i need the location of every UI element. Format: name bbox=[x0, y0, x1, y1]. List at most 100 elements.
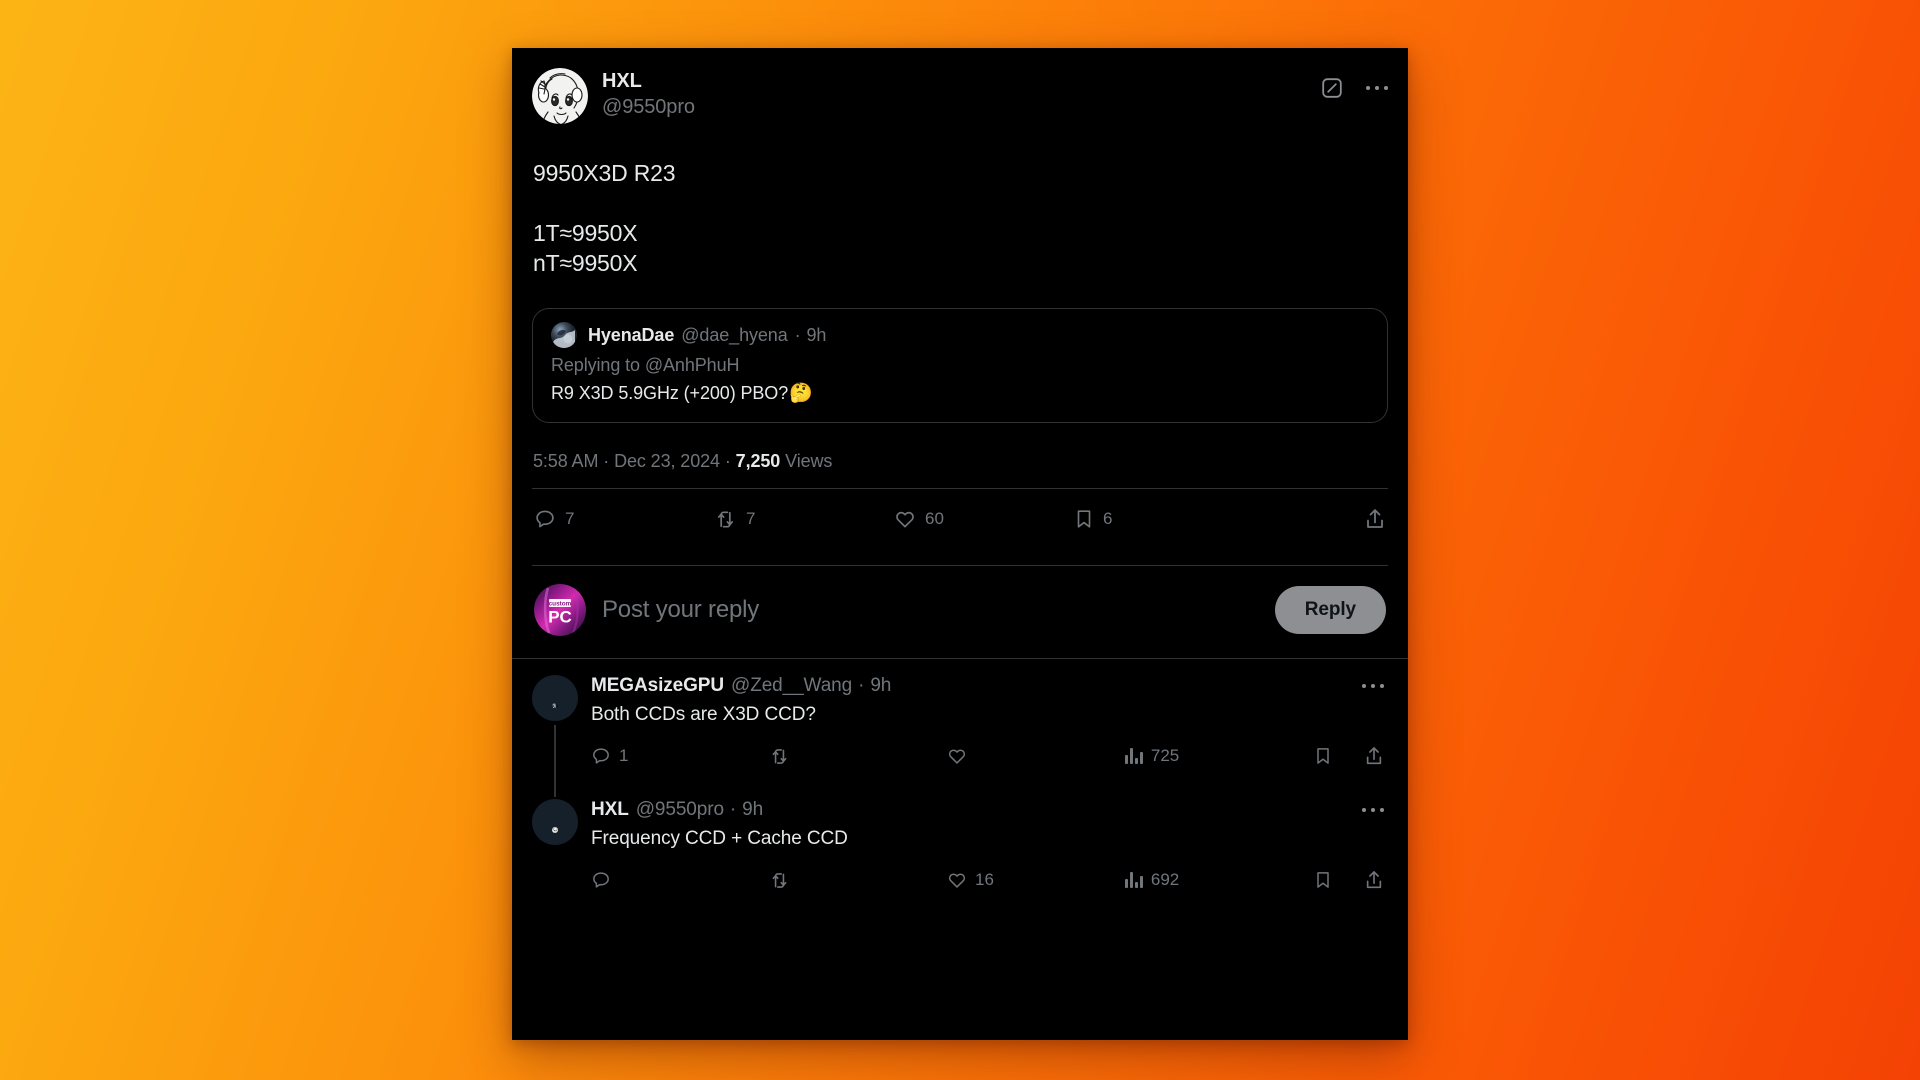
reply-action[interactable]: 1 bbox=[591, 746, 769, 766]
reply-header: HXL @9550pro · 9h bbox=[591, 799, 1388, 821]
reply-timestamp[interactable]: 9h bbox=[742, 799, 763, 821]
quoted-handle[interactable]: @dae_hyena bbox=[681, 325, 787, 346]
share-icon bbox=[1364, 869, 1384, 891]
like-action[interactable]: 16 bbox=[947, 870, 1125, 890]
share-action[interactable] bbox=[1364, 745, 1384, 767]
retweet-icon bbox=[714, 508, 737, 531]
avatar[interactable] bbox=[532, 68, 588, 124]
reply-composer: custom PC Post your reply Reply bbox=[532, 566, 1388, 658]
bookmark-count: 6 bbox=[1103, 509, 1113, 528]
reply-text: Frequency CCD + Cache CCD bbox=[591, 828, 848, 849]
quoted-separator: · bbox=[794, 324, 801, 345]
quoted-replying-to: Replying to @AnhPhuH bbox=[551, 355, 740, 375]
avatar[interactable] bbox=[551, 322, 577, 348]
meta-dot-1: · bbox=[603, 451, 610, 471]
reply-header: MEGAsizeGPU @Zed__Wang · 9h bbox=[591, 675, 1388, 697]
reply-text: Both CCDs are X3D CCD? bbox=[591, 704, 816, 725]
author-block: HXL @9550pro bbox=[602, 68, 695, 120]
more-options-icon[interactable] bbox=[1365, 85, 1388, 91]
post-date: Dec 23, 2024 bbox=[614, 451, 720, 471]
reply-action[interactable]: 7 bbox=[534, 508, 714, 530]
hxl-anime-avatar bbox=[552, 827, 558, 834]
retweet-action[interactable]: 7 bbox=[714, 508, 894, 531]
reply-separator: · bbox=[858, 675, 865, 696]
views-count: 725 bbox=[1150, 746, 1180, 765]
views-label: Views bbox=[785, 451, 833, 471]
share-icon bbox=[1364, 507, 1386, 531]
more-options-icon[interactable] bbox=[1361, 807, 1389, 813]
views-icon bbox=[1125, 872, 1143, 888]
reply-icon bbox=[591, 746, 611, 766]
views-count: 692 bbox=[1150, 870, 1180, 889]
avatar[interactable] bbox=[532, 675, 578, 721]
reply-content: MEGAsizeGPU @Zed__Wang · 9h Both CCDs ar… bbox=[591, 675, 1388, 783]
reply-icon bbox=[534, 508, 556, 530]
post-header-actions bbox=[1320, 68, 1388, 100]
share-action[interactable] bbox=[1364, 507, 1386, 531]
reply-content: HXL @9550pro · 9h Frequency CCD + Cache … bbox=[591, 799, 1388, 907]
reply-avatar-column bbox=[532, 675, 578, 797]
svg-text:PC: PC bbox=[548, 608, 572, 627]
post-body-text: 9950X3D R23 1T≈9950X nT≈9950X bbox=[533, 160, 676, 276]
custom-pc-logo-avatar: custom PC bbox=[534, 584, 586, 636]
like-icon bbox=[947, 870, 967, 890]
avatar[interactable]: custom PC bbox=[534, 584, 586, 636]
reply-avatar-column bbox=[532, 799, 578, 907]
retweet-action[interactable] bbox=[769, 746, 947, 767]
retweet-icon bbox=[769, 870, 790, 891]
grok-actions-icon[interactable] bbox=[1320, 76, 1344, 100]
avatar[interactable] bbox=[532, 799, 578, 845]
hyenadae-avatar bbox=[551, 322, 577, 348]
author-display-name[interactable]: HXL bbox=[602, 69, 695, 94]
author-handle[interactable]: @9550pro bbox=[602, 94, 695, 120]
reply-display-name[interactable]: HXL bbox=[591, 799, 629, 821]
reply-timestamp[interactable]: 9h bbox=[870, 675, 891, 697]
like-icon bbox=[894, 508, 916, 530]
tweet-card: HXL @9550pro 9950X3D R23 1T≈9950X nT≈995… bbox=[512, 48, 1408, 1040]
reply-count: 7 bbox=[565, 509, 575, 528]
retweet-action[interactable] bbox=[769, 870, 947, 891]
reply-handle[interactable]: @Zed__Wang bbox=[731, 675, 852, 697]
reply-action-bar: 16 692 bbox=[591, 853, 1388, 907]
bookmark-icon bbox=[1074, 508, 1094, 530]
like-count: 16 bbox=[975, 870, 994, 889]
share-icon bbox=[1364, 745, 1384, 767]
bookmark-action[interactable]: 6 bbox=[1074, 508, 1254, 530]
quoted-timestamp[interactable]: 9h bbox=[807, 325, 827, 346]
more-options-icon[interactable] bbox=[1361, 683, 1389, 689]
main-action-bar: 7 7 60 6 bbox=[532, 489, 1388, 549]
quoted-post-header: HyenaDae @dae_hyena · 9h bbox=[551, 322, 1369, 348]
like-action[interactable]: 60 bbox=[894, 508, 1074, 530]
bookmark-action[interactable] bbox=[1314, 746, 1340, 766]
like-action[interactable] bbox=[947, 746, 1125, 766]
megasizegpu-avatar bbox=[552, 703, 558, 709]
reply-handle[interactable]: @9550pro bbox=[636, 799, 724, 821]
views-count: 7,250 bbox=[735, 451, 781, 471]
reply-action-bar: 1 725 bbox=[591, 729, 1388, 783]
post-metadata: 5:58 AM · Dec 23, 2024 · 7,250 Views bbox=[532, 451, 1388, 472]
reply-button[interactable]: Reply bbox=[1274, 586, 1386, 634]
bookmark-icon bbox=[1314, 746, 1332, 766]
reply-icon bbox=[591, 870, 611, 890]
reply-count: 1 bbox=[619, 746, 629, 765]
reply-action[interactable] bbox=[591, 870, 769, 890]
reply-separator: · bbox=[729, 799, 737, 820]
meta-dot-2: · bbox=[724, 451, 731, 471]
reply-item: HXL @9550pro · 9h Frequency CCD + Cache … bbox=[512, 783, 1408, 907]
thinking-face-emoji: 🤔 bbox=[789, 383, 813, 404]
retweet-icon bbox=[769, 746, 790, 767]
hxl-anime-avatar bbox=[532, 68, 588, 124]
quoted-display-name[interactable]: HyenaDae bbox=[588, 325, 674, 346]
views-action[interactable]: 692 bbox=[1125, 870, 1314, 890]
quoted-post-text: R9 X3D 5.9GHz (+200) PBO? bbox=[551, 383, 789, 403]
reply-display-name[interactable]: MEGAsizeGPU bbox=[591, 675, 724, 697]
quoted-post-card[interactable]: HyenaDae @dae_hyena · 9h Replying to @An… bbox=[532, 308, 1388, 423]
views-action[interactable]: 725 bbox=[1125, 746, 1314, 766]
reply-item: MEGAsizeGPU @Zed__Wang · 9h Both CCDs ar… bbox=[512, 659, 1408, 797]
bookmark-action[interactable] bbox=[1314, 870, 1340, 890]
main-post: HXL @9550pro 9950X3D R23 1T≈9950X nT≈995… bbox=[512, 48, 1408, 658]
reply-input[interactable]: Post your reply bbox=[602, 596, 1275, 624]
quoted-post-text-row: R9 X3D 5.9GHz (+200) PBO? 🤔 bbox=[551, 383, 1369, 404]
like-icon bbox=[947, 746, 967, 766]
share-action[interactable] bbox=[1364, 869, 1384, 891]
